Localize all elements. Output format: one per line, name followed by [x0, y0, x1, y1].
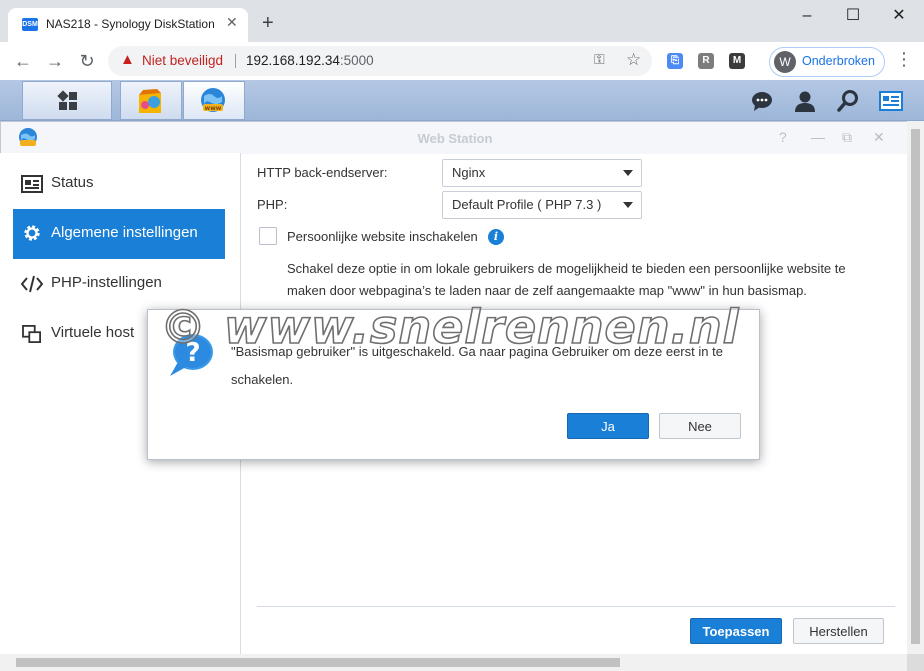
- tab-strip: DSM NAS218 - Synology DiskStation ✕ + – …: [0, 0, 924, 42]
- profile-button[interactable]: W Onderbroken: [769, 47, 885, 77]
- apply-button[interactable]: Toepassen: [690, 618, 782, 644]
- warning-icon: ▲: [120, 51, 135, 68]
- minimize-icon[interactable]: —: [811, 129, 825, 145]
- dsm-taskbar: www: [0, 80, 924, 121]
- search-icon[interactable]: [836, 89, 860, 113]
- window-title: Web Station: [417, 131, 493, 146]
- svg-text:?: ?: [185, 338, 200, 368]
- plus-icon[interactable]: +: [262, 13, 274, 33]
- code-icon: [21, 275, 43, 293]
- restore-icon[interactable]: ⧉: [842, 129, 852, 146]
- url-port: :5000: [339, 53, 374, 68]
- http-backend-label: HTTP back-endserver:: [257, 165, 388, 180]
- package-center-button[interactable]: [120, 81, 182, 120]
- svg-text:www: www: [205, 105, 222, 112]
- no-button[interactable]: Nee: [659, 413, 741, 439]
- reset-button[interactable]: Herstellen: [793, 618, 884, 644]
- scrollbar-corner: [907, 654, 924, 671]
- security-label[interactable]: Niet beveiligd: [142, 53, 223, 68]
- address-bar[interactable]: ▲ Niet beveiligd 192.168.192.34:5000 ⚿ ☆: [108, 46, 652, 76]
- main-menu-button[interactable]: [22, 81, 112, 120]
- close-icon[interactable]: ✕: [873, 129, 885, 146]
- help-icon[interactable]: ?: [779, 129, 787, 145]
- host-icon: [22, 325, 41, 343]
- http-backend-select[interactable]: Nginx: [442, 159, 642, 187]
- sidebar-item-label: Virtuele host: [51, 324, 135, 341]
- widget-icon[interactable]: [879, 89, 903, 113]
- extension-m-icon[interactable]: M: [729, 53, 745, 69]
- php-value: Default Profile ( PHP 7.3 ): [452, 197, 602, 212]
- php-select[interactable]: Default Profile ( PHP 7.3 ): [442, 191, 642, 219]
- maximize-button[interactable]: ☐: [830, 4, 876, 28]
- status-icon: [21, 175, 43, 193]
- extension-r-icon[interactable]: R: [698, 53, 714, 69]
- sidebar-item-status[interactable]: Status: [13, 159, 225, 209]
- avatar: W: [774, 51, 796, 73]
- chevron-down-icon: [623, 202, 633, 208]
- sidebar-item-general-settings[interactable]: Algemene instellingen: [13, 209, 225, 259]
- web-station-button[interactable]: www: [183, 81, 245, 120]
- url-host: 192.168.192.34: [246, 53, 340, 68]
- question-icon: ?: [170, 334, 213, 376]
- minimize-button[interactable]: –: [784, 4, 830, 28]
- dialog-message: "Basismap gebruiker" is uitgeschakeld. G…: [231, 344, 723, 387]
- personal-site-label[interactable]: Persoonlijke website inschakelen: [287, 229, 478, 244]
- extension-icon[interactable]: ⎘: [667, 53, 683, 69]
- user-icon[interactable]: [793, 89, 817, 113]
- yes-button[interactable]: Ja: [567, 413, 649, 439]
- sidebar-item-label: Algemene instellingen: [51, 224, 198, 241]
- package-icon: [139, 89, 161, 113]
- url-text[interactable]: 192.168.192.34:5000: [246, 53, 374, 68]
- footer-divider: [257, 606, 895, 607]
- reload-icon[interactable]: ↻: [76, 51, 98, 71]
- personal-site-description: Schakel deze optie in om lokale gebruike…: [287, 261, 846, 298]
- menu-icon[interactable]: ⋮: [894, 49, 914, 70]
- profile-name: Onderbroken: [802, 54, 875, 68]
- http-backend-value: Nginx: [452, 165, 486, 180]
- forward-icon[interactable]: →: [44, 51, 66, 71]
- browser-tab[interactable]: DSM NAS218 - Synology DiskStation ✕: [8, 8, 248, 42]
- horizontal-scrollbar-thumb[interactable]: [16, 658, 620, 667]
- key-icon[interactable]: ⚿: [594, 51, 605, 68]
- star-icon[interactable]: ☆: [626, 50, 641, 70]
- separator: [235, 54, 236, 68]
- globe-icon: www: [201, 88, 225, 112]
- info-icon[interactable]: i: [488, 229, 504, 245]
- vertical-scrollbar-thumb[interactable]: [911, 129, 920, 644]
- personal-site-checkbox[interactable]: [259, 227, 277, 245]
- gear-icon: [24, 225, 40, 241]
- sidebar-item-label: PHP-instellingen: [51, 274, 162, 291]
- window-close-button[interactable]: ✕: [876, 4, 922, 28]
- window-titlebar[interactable]: Web Station ? — ⧉ ✕: [1, 122, 923, 154]
- confirm-dialog: ? "Basismap gebruiker" is uitgeschakeld.…: [147, 309, 760, 460]
- browser-toolbar: ← → ↻ ▲ Niet beveiligd 192.168.192.34:50…: [0, 42, 924, 81]
- chat-icon[interactable]: [750, 89, 774, 113]
- tab-title: NAS218 - Synology DiskStation: [46, 17, 215, 31]
- chevron-down-icon: [623, 170, 633, 176]
- dsm-favicon-icon: DSM: [22, 18, 38, 31]
- sidebar-item-php-settings[interactable]: PHP-instellingen: [13, 259, 225, 309]
- grid-icon: [57, 90, 77, 110]
- close-icon[interactable]: ✕: [226, 14, 238, 31]
- back-icon[interactable]: ←: [12, 51, 34, 71]
- sidebar-item-label: Status: [51, 174, 94, 191]
- php-label: PHP:: [257, 197, 288, 212]
